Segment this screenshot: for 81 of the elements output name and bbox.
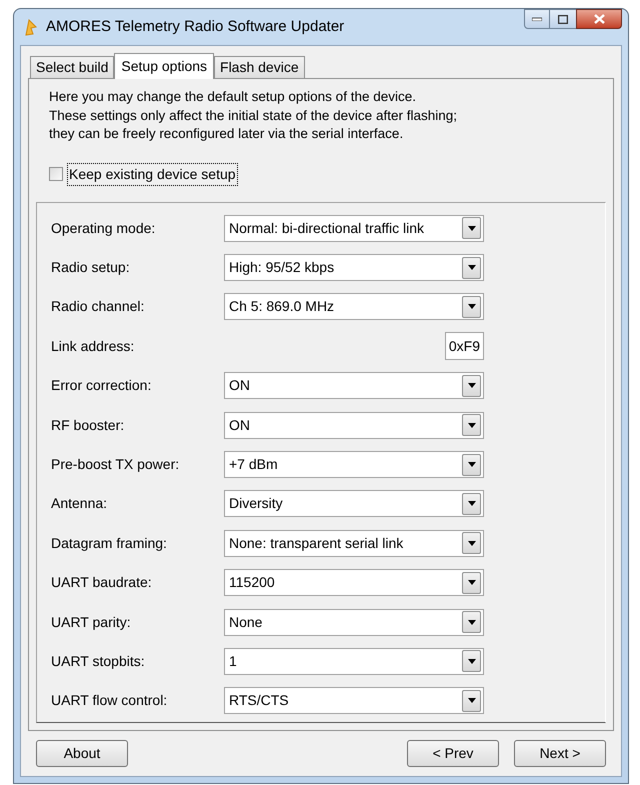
dropdown-value: None <box>229 612 264 632</box>
setting-label: Radio setup: <box>51 258 131 278</box>
caret-icon <box>468 304 476 310</box>
dropdown-button[interactable] <box>462 454 481 476</box>
dropdown[interactable]: 115200 <box>224 569 484 596</box>
intro-text: These settings only affect the initial state of the device after flashing; <box>49 106 458 125</box>
minimize-button[interactable] <box>524 9 550 29</box>
minimize-icon <box>532 17 542 21</box>
app-logo-icon <box>24 18 38 36</box>
caret-icon <box>468 580 476 586</box>
caret-icon <box>468 540 476 546</box>
dropdown-button[interactable] <box>462 532 481 554</box>
dropdown[interactable]: None: transparent serial link <box>224 530 484 557</box>
checkbox-label[interactable]: Keep existing device setup <box>67 162 238 186</box>
dropdown-button[interactable] <box>462 572 481 594</box>
caret-icon <box>468 462 476 468</box>
dropdown-value: 1 <box>229 652 238 671</box>
setting-label: UART baudrate: <box>51 573 153 592</box>
dropdown-button[interactable] <box>462 611 481 634</box>
dropdown-value: Normal: bi-directional traffic link <box>229 218 426 238</box>
tab[interactable]: Select build <box>30 56 114 78</box>
caret-icon <box>468 501 476 506</box>
dropdown-button[interactable] <box>462 650 481 672</box>
dropdown[interactable]: RTS/CTS <box>224 687 484 714</box>
dropdown[interactable]: Normal: bi-directional traffic link <box>224 214 484 242</box>
dropdown-value: ON <box>229 416 251 435</box>
maximize-icon <box>558 14 568 24</box>
setting-label: Error correction: <box>51 376 152 396</box>
tab[interactable]: Setup options <box>114 53 214 79</box>
setting-label: Radio channel: <box>51 297 146 316</box>
close-button[interactable] <box>576 9 622 29</box>
maximize-button[interactable] <box>550 9 576 29</box>
dropdown[interactable]: None <box>224 608 484 636</box>
checkbox[interactable] <box>49 167 63 181</box>
setting-label: Antenna: <box>51 494 108 514</box>
tab[interactable]: Flash device <box>214 56 305 78</box>
setting-label: Datagram framing: <box>51 534 168 553</box>
dropdown[interactable]: Ch 5: 869.0 MHz <box>224 293 484 320</box>
caret-icon <box>468 422 476 428</box>
dropdown[interactable]: ON <box>224 372 484 400</box>
dropdown-button[interactable] <box>462 414 481 436</box>
caret-icon <box>468 265 476 270</box>
dropdown-button[interactable] <box>462 690 481 712</box>
window-title: AMORES Telemetry Radio Software Updater <box>46 16 344 37</box>
dropdown[interactable]: 1 <box>224 648 484 675</box>
dropdown-button[interactable] <box>462 492 481 515</box>
intro-text: Here you may change the default setup options of the device. <box>49 88 417 106</box>
dropdown-value: ON <box>229 376 251 396</box>
dropdown-value: Ch 5: 869.0 MHz <box>229 297 336 316</box>
about-button[interactable]: About <box>36 740 128 767</box>
dropdown[interactable]: High: 95/52 kbps <box>224 254 484 282</box>
prev-button[interactable]: < Prev <box>407 740 499 767</box>
input-field[interactable]: 0xF9 <box>444 332 484 360</box>
caret-icon <box>468 698 476 704</box>
dropdown-value: None: transparent serial link <box>229 534 404 553</box>
dropdown[interactable]: Diversity <box>224 490 484 518</box>
close-icon <box>594 14 604 24</box>
dropdown-button[interactable] <box>462 296 481 318</box>
caret-icon <box>468 658 476 664</box>
next-button[interactable]: Next > <box>514 740 606 767</box>
dropdown-button[interactable] <box>462 256 481 279</box>
setting-label: UART parity: <box>51 612 132 632</box>
dropdown-button[interactable] <box>462 374 481 397</box>
dropdown-value: High: 95/52 kbps <box>229 258 336 278</box>
setting-label: UART stopbits: <box>51 652 146 671</box>
setting-label: Pre-boost TX power: <box>51 455 180 474</box>
dropdown-value: Diversity <box>229 494 284 514</box>
dropdown-value: RTS/CTS <box>229 691 290 710</box>
setting-label: RF booster: <box>51 416 126 435</box>
caret-icon <box>468 383 476 388</box>
caret-icon <box>468 620 476 625</box>
setting-label: UART flow control: <box>51 691 168 710</box>
dropdown-button[interactable] <box>462 217 481 240</box>
dropdown-value: +7 dBm <box>229 455 279 474</box>
setting-label: Link address: <box>51 336 136 356</box>
dropdown[interactable]: +7 dBm <box>224 451 484 478</box>
caret-icon <box>468 226 476 231</box>
dropdown-value: 115200 <box>229 573 276 592</box>
dropdown[interactable]: ON <box>224 412 484 439</box>
setting-label: Operating mode: <box>51 218 156 238</box>
intro-text: they can be freely reconfigured later via the serial interface. <box>49 125 404 143</box>
